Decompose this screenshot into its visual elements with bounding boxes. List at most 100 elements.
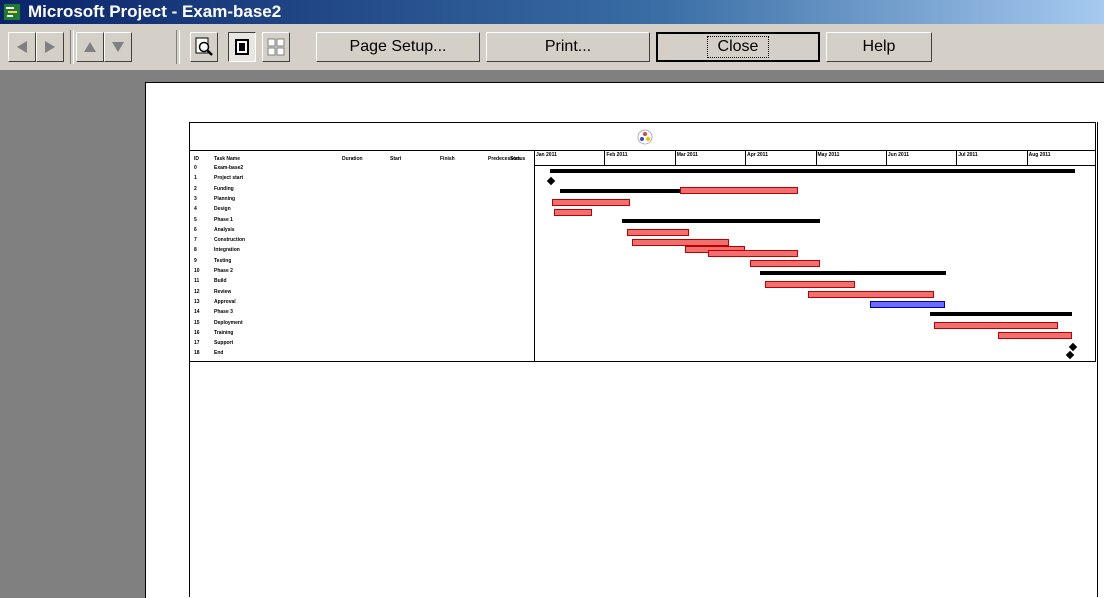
timeline-label: Apr 2011 xyxy=(747,152,768,158)
critical-task-bar xyxy=(870,301,945,308)
task-bar xyxy=(765,281,855,288)
gantt-chart: ID Task Name Duration Start Finish Predecesso… xyxy=(189,150,1096,362)
down-page-button[interactable] xyxy=(104,32,132,62)
table-cell: 11 xyxy=(194,278,200,285)
timeline-label: Jun 2011 xyxy=(887,152,910,158)
preview-toolbar: Page Setup... Print... Close Help xyxy=(0,24,1104,71)
table-timeline-divider xyxy=(534,151,535,361)
task-bar xyxy=(632,239,729,246)
table-cell: 14 xyxy=(194,309,200,316)
one-page-icon xyxy=(235,39,249,55)
help-button[interactable]: Help xyxy=(826,32,932,62)
timeline-divider xyxy=(815,151,817,165)
close-button[interactable]: Close xyxy=(656,32,820,62)
table-cell: Phase 1 xyxy=(214,216,233,223)
task-bar xyxy=(552,199,630,206)
timeline-label: May 2011 xyxy=(817,152,840,158)
page-setup-button[interactable]: Page Setup... xyxy=(316,32,480,62)
title-bar: Microsoft Project - Exam-base2 xyxy=(0,0,1104,24)
timeline-divider xyxy=(604,151,606,165)
table-cell: Training xyxy=(214,329,234,336)
table-cell: Phase 3 xyxy=(214,309,233,316)
multi-page-icon xyxy=(267,38,285,56)
table-cell: Construction xyxy=(214,237,246,244)
table-cell: 1 xyxy=(194,175,197,182)
milestone-marker xyxy=(1065,350,1075,360)
task-bar xyxy=(680,187,798,194)
prev-page-button[interactable] xyxy=(8,32,36,62)
table-cell: 4 xyxy=(194,206,197,213)
toolbar-separator xyxy=(70,30,74,64)
table-cell: Build xyxy=(214,278,227,285)
task-bar xyxy=(554,209,592,216)
timeline-divider xyxy=(956,151,958,165)
window-title: Microsoft Project - Exam-base2 xyxy=(28,2,282,21)
task-bar xyxy=(750,260,820,267)
timeline-label: Feb 2011 xyxy=(606,152,628,158)
logo-icon xyxy=(637,129,653,145)
timeline-divider xyxy=(745,151,747,165)
task-bar xyxy=(998,332,1072,339)
timeline-label: Jul 2011 xyxy=(958,152,978,158)
column-header: Duration xyxy=(342,156,363,162)
table-cell: Integration xyxy=(214,247,240,254)
table-cell: Funding xyxy=(214,185,234,192)
next-page-button[interactable] xyxy=(36,32,64,62)
table-cell: 5 xyxy=(194,216,197,223)
toolbar-separator xyxy=(176,30,180,64)
column-header: Finish xyxy=(440,156,455,162)
column-header: Status xyxy=(510,156,526,162)
column-header: Task Name xyxy=(214,156,241,162)
timeline-label: Aug 2011 xyxy=(1028,152,1051,158)
table-cell: 8 xyxy=(194,247,197,254)
table-cell: 2 xyxy=(194,185,197,192)
table-cell: 16 xyxy=(194,329,200,336)
next-page-icon xyxy=(45,41,55,53)
summary-bar xyxy=(622,219,820,223)
zoom-button[interactable] xyxy=(190,32,218,62)
timeline-divider xyxy=(534,151,535,165)
table-cell: 10 xyxy=(194,268,200,274)
summary-bar xyxy=(760,271,946,275)
task-bar xyxy=(808,291,934,298)
table-cell: Exam-base2 xyxy=(214,165,244,171)
print-button[interactable]: Print... xyxy=(486,32,650,62)
summary-bar xyxy=(560,189,680,193)
table-cell: Testing xyxy=(214,257,232,264)
timeline-label: Jan 2011 xyxy=(536,152,557,158)
up-page-button[interactable] xyxy=(76,32,104,62)
up-page-icon xyxy=(84,42,96,52)
app-icon xyxy=(4,4,20,20)
prev-page-icon xyxy=(17,41,27,53)
table-cell: 15 xyxy=(194,319,200,326)
task-bar xyxy=(708,250,798,257)
table-cell: Analysis xyxy=(214,226,235,233)
timeline-divider xyxy=(1026,151,1028,165)
timeline-divider xyxy=(885,151,887,165)
table-cell: 17 xyxy=(194,340,200,347)
column-header: ID xyxy=(194,156,199,162)
table-cell: Phase 2 xyxy=(214,268,233,274)
milestone-marker xyxy=(546,176,556,186)
timeline-label: Mar 2011 xyxy=(676,152,698,158)
table-cell: 6 xyxy=(194,226,197,233)
summary-bar xyxy=(930,312,1072,316)
table-cell: Approval xyxy=(214,298,236,305)
multi-page-button[interactable] xyxy=(262,32,290,62)
task-bar xyxy=(627,229,689,236)
table-cell: End xyxy=(214,350,224,357)
table-cell: Review xyxy=(214,288,232,295)
column-header: Start xyxy=(390,156,402,162)
one-page-button[interactable] xyxy=(228,32,256,62)
table-cell: Project start xyxy=(214,175,244,182)
table-cell: 7 xyxy=(194,237,197,244)
table-cell: 0 xyxy=(194,165,197,171)
table-cell: 18 xyxy=(194,350,200,357)
summary-bar xyxy=(550,169,1075,173)
table-cell: Support xyxy=(214,340,234,347)
table-cell: Design xyxy=(214,206,231,213)
table-cell: Deployment xyxy=(214,319,243,326)
table-cell: 9 xyxy=(194,257,197,264)
table-cell: 12 xyxy=(194,288,200,295)
zoom-icon xyxy=(195,37,213,56)
